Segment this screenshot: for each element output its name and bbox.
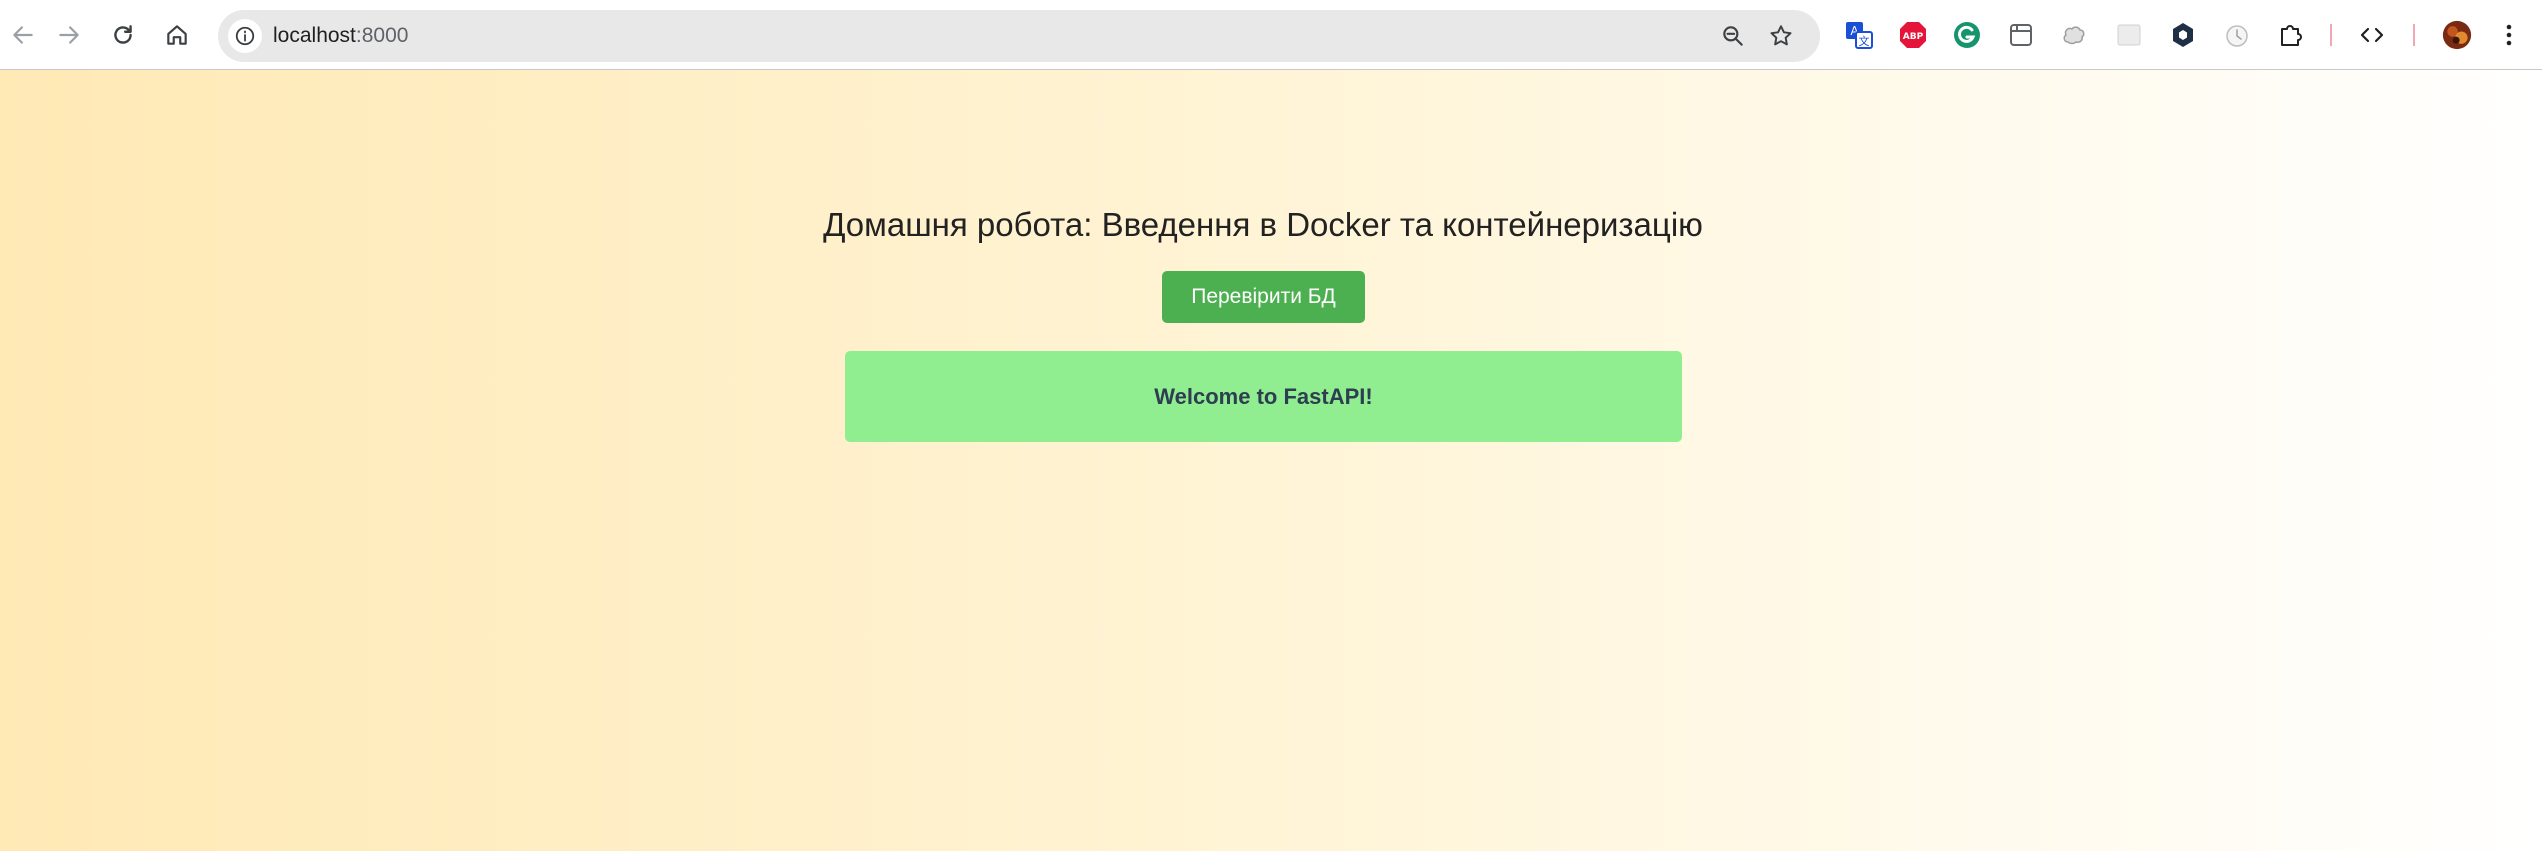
svg-text:ABP: ABP bbox=[1903, 32, 1924, 42]
forward-button[interactable] bbox=[48, 14, 90, 56]
clock-extension[interactable] bbox=[2221, 19, 2253, 51]
tab-icon bbox=[2010, 24, 2032, 46]
toolbar-separator bbox=[2330, 24, 2332, 46]
bookmark-star-icon bbox=[1770, 25, 1792, 46]
devtools-icon bbox=[2360, 27, 2384, 43]
reload-icon bbox=[114, 25, 132, 44]
avatar bbox=[2442, 20, 2472, 50]
devtools-button[interactable] bbox=[2356, 19, 2388, 51]
toolbar-separator bbox=[2413, 24, 2415, 46]
clock-icon bbox=[2226, 25, 2248, 47]
reload-button[interactable] bbox=[102, 14, 144, 56]
arrow-left-icon bbox=[13, 26, 33, 44]
home-button[interactable] bbox=[156, 14, 198, 56]
result-message: Welcome to FastAPI! bbox=[845, 351, 1682, 442]
url-host: localhost bbox=[273, 24, 356, 47]
extensions-menu-button[interactable] bbox=[2275, 19, 2307, 51]
tab-extension[interactable] bbox=[2005, 19, 2037, 51]
svg-text:文: 文 bbox=[1859, 34, 1870, 48]
more-menu-button[interactable] bbox=[2493, 19, 2525, 51]
check-db-button[interactable]: Перевірити БД bbox=[1162, 271, 1365, 323]
result-message-text: Welcome to FastAPI! bbox=[1154, 383, 1373, 409]
site-info-icon bbox=[235, 26, 255, 46]
page-title: Домашня робота: Введення в Docker та кон… bbox=[823, 206, 1703, 243]
more-menu-icon bbox=[2506, 24, 2512, 46]
home-icon bbox=[167, 25, 187, 45]
brain-icon bbox=[2063, 26, 2085, 45]
arrow-right-icon bbox=[59, 26, 79, 44]
hexagon-extension[interactable] bbox=[2167, 19, 2199, 51]
hexagon-icon bbox=[2173, 23, 2193, 47]
grammarly-extension[interactable] bbox=[1951, 19, 1983, 51]
bookmark-button[interactable] bbox=[1766, 21, 1796, 51]
address-bar[interactable]: localhost:8000 bbox=[218, 10, 1820, 62]
profile-button[interactable] bbox=[2440, 18, 2474, 52]
zoom-button[interactable] bbox=[1718, 21, 1748, 51]
grammarly-icon bbox=[1954, 22, 1980, 48]
translate-extension[interactable]: A文 bbox=[1843, 19, 1875, 51]
site-info-button[interactable] bbox=[228, 19, 262, 53]
browser-toolbar: localhost:8000 A文 ABP bbox=[0, 0, 2542, 70]
page-content: Домашня робота: Введення в Docker та кон… bbox=[0, 70, 2542, 851]
url-text[interactable]: localhost:8000 bbox=[273, 23, 408, 49]
blank-extension[interactable] bbox=[2113, 19, 2145, 51]
brain-extension[interactable] bbox=[2059, 19, 2091, 51]
adblock-plus-icon: ABP bbox=[1900, 22, 1926, 48]
zoom-icon bbox=[1723, 26, 1743, 46]
adblock-extension[interactable]: ABP bbox=[1897, 19, 1929, 51]
url-port: :8000 bbox=[355, 24, 409, 47]
back-button[interactable] bbox=[2, 14, 44, 56]
blank-square-icon bbox=[2117, 24, 2141, 46]
translate-icon: A文 bbox=[1846, 22, 1873, 49]
puzzle-icon bbox=[2281, 25, 2302, 46]
